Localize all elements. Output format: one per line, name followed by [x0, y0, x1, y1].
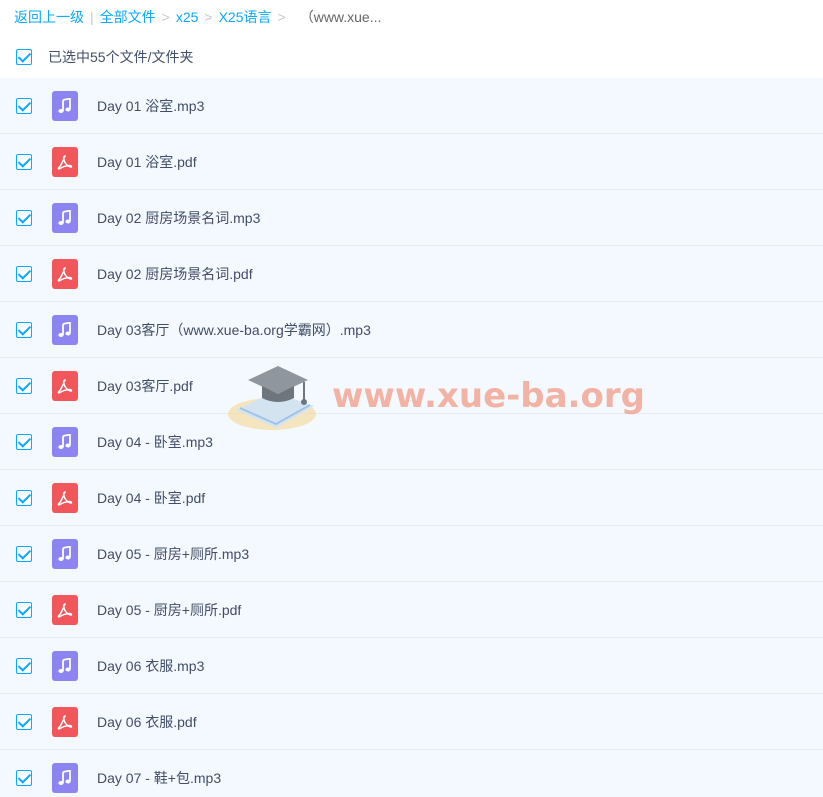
file-checkbox[interactable]	[16, 657, 32, 674]
music-note-icon	[52, 426, 78, 457]
back-link[interactable]: 返回上一级	[14, 7, 84, 27]
file-browser: 返回上一级 | 全部文件 > x25 > X25语言 > （www.xue...…	[0, 0, 823, 797]
file-row[interactable]: Day 05 - 厨房+厕所.mp3	[0, 526, 823, 582]
select-all-row: 已选中55个文件/文件夹	[16, 46, 193, 68]
breadcrumb-current: （www.xue...	[299, 9, 382, 25]
file-checkbox[interactable]	[16, 265, 32, 282]
file-checkbox[interactable]	[16, 153, 32, 170]
music-note-icon	[52, 314, 78, 345]
breadcrumb-divider: |	[90, 9, 94, 25]
file-checkbox[interactable]	[16, 545, 32, 562]
file-checkbox[interactable]	[16, 769, 32, 786]
breadcrumb-all-files[interactable]: 全部文件	[100, 7, 156, 27]
file-checkbox[interactable]	[16, 489, 32, 506]
file-name[interactable]: Day 06 衣服.pdf	[97, 712, 197, 732]
pdf-icon	[52, 370, 78, 401]
file-name[interactable]: Day 07 - 鞋+包.mp3	[97, 768, 221, 788]
pdf-icon	[52, 482, 78, 513]
breadcrumb-x25-language[interactable]: X25语言	[219, 7, 272, 27]
file-name[interactable]: Day 05 - 厨房+厕所.mp3	[97, 544, 249, 564]
file-name[interactable]: Day 02 厨房场景名词.mp3	[97, 208, 260, 228]
file-name[interactable]: Day 03客厅（www.xue-ba.org学霸网）.mp3	[97, 320, 371, 340]
file-name[interactable]: Day 02 厨房场景名词.pdf	[97, 264, 253, 284]
file-row[interactable]: Day 02 厨房场景名词.pdf	[0, 246, 823, 302]
select-all-checkbox[interactable]	[16, 49, 32, 65]
breadcrumb-separator: >	[204, 9, 213, 25]
music-note-icon	[52, 202, 78, 233]
music-note-icon	[52, 762, 78, 793]
breadcrumb: 返回上一级 | 全部文件 > x25 > X25语言 > （www.xue...	[14, 0, 381, 34]
file-row[interactable]: Day 06 衣服.mp3	[0, 638, 823, 694]
breadcrumb-x25[interactable]: x25	[176, 9, 199, 25]
music-note-icon	[52, 538, 78, 569]
file-checkbox[interactable]	[16, 377, 32, 394]
pdf-icon	[52, 706, 78, 737]
file-checkbox[interactable]	[16, 433, 32, 450]
breadcrumb-separator: >	[277, 9, 286, 25]
selection-count: 已选中55个文件/文件夹	[48, 49, 194, 65]
file-name[interactable]: Day 06 衣服.mp3	[97, 656, 204, 676]
file-row[interactable]: Day 04 - 卧室.mp3	[0, 414, 823, 470]
pdf-icon	[52, 594, 78, 625]
file-row[interactable]: Day 07 - 鞋+包.mp3	[0, 750, 823, 797]
file-row[interactable]: Day 03客厅.pdf	[0, 358, 823, 414]
music-note-icon	[52, 650, 78, 681]
file-name[interactable]: Day 01 浴室.pdf	[97, 152, 197, 172]
file-name[interactable]: Day 03客厅.pdf	[97, 376, 193, 396]
file-name[interactable]: Day 01 浴室.mp3	[97, 96, 204, 116]
file-row[interactable]: Day 04 - 卧室.pdf	[0, 470, 823, 526]
file-name[interactable]: Day 05 - 厨房+厕所.pdf	[97, 600, 241, 620]
file-row[interactable]: Day 03客厅（www.xue-ba.org学霸网）.mp3	[0, 302, 823, 358]
pdf-icon	[52, 146, 78, 177]
file-row[interactable]: Day 01 浴室.mp3	[0, 78, 823, 134]
file-row[interactable]: Day 01 浴室.pdf	[0, 134, 823, 190]
pdf-icon	[52, 258, 78, 289]
file-row[interactable]: Day 05 - 厨房+厕所.pdf	[0, 582, 823, 638]
music-note-icon	[52, 90, 78, 121]
file-checkbox[interactable]	[16, 321, 32, 338]
file-checkbox[interactable]	[16, 209, 32, 226]
file-checkbox[interactable]	[16, 97, 32, 114]
file-name[interactable]: Day 04 - 卧室.pdf	[97, 488, 205, 508]
file-name[interactable]: Day 04 - 卧室.mp3	[97, 432, 213, 452]
file-list: Day 01 浴室.mp3 Day 01 浴室.pdf Day 02 厨房场景名…	[0, 78, 823, 797]
breadcrumb-separator: >	[161, 9, 170, 25]
file-checkbox[interactable]	[16, 713, 32, 730]
file-row[interactable]: Day 02 厨房场景名词.mp3	[0, 190, 823, 246]
file-row[interactable]: Day 06 衣服.pdf	[0, 694, 823, 750]
file-checkbox[interactable]	[16, 601, 32, 618]
